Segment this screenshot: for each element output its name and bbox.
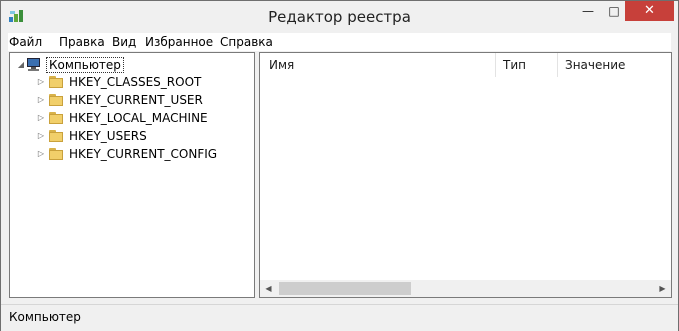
folder-icon	[49, 147, 65, 160]
expand-arrow-icon[interactable]: ▷	[36, 131, 46, 140]
computer-icon	[26, 58, 42, 71]
tree-item-label: HKEY_CURRENT_CONFIG	[69, 146, 218, 161]
tree-item-hku[interactable]: ▷ HKEY_USERS	[36, 127, 147, 144]
tree-root-computer[interactable]: ◢ Компьютер	[16, 56, 124, 73]
registry-tree[interactable]: ◢ Компьютер ▷ HKEY_CLASSES_ROOT ▷ HKEY_C…	[9, 52, 255, 298]
status-bar: Компьютер	[1, 304, 678, 331]
menu-bar: Файл Правка Вид Избранное Справка	[8, 33, 671, 51]
folder-icon	[49, 93, 65, 106]
menu-file[interactable]: Файл	[9, 35, 42, 49]
values-list[interactable]: Имя Тип Значение ◀ ▶	[259, 52, 672, 298]
registry-editor-window: Редактор реестра — □ ✕ Файл Правка Вид И…	[0, 0, 679, 331]
tree-item-hkcc[interactable]: ▷ HKEY_CURRENT_CONFIG	[36, 145, 217, 162]
column-header-name[interactable]: Имя	[269, 53, 294, 77]
status-path: Компьютер	[9, 310, 81, 324]
title-bar[interactable]: Редактор реестра — □ ✕	[1, 1, 678, 33]
tree-root-label: Компьютер	[46, 56, 124, 73]
folder-icon	[49, 111, 65, 124]
column-header-value[interactable]: Значение	[565, 53, 625, 77]
menu-favorites[interactable]: Избранное	[145, 35, 213, 49]
tree-item-label: HKEY_LOCAL_MACHINE	[69, 110, 208, 125]
expand-arrow-icon[interactable]: ▷	[36, 149, 46, 158]
horizontal-scrollbar[interactable]: ◀ ▶	[260, 280, 671, 297]
column-divider[interactable]	[495, 53, 496, 77]
menu-edit[interactable]: Правка	[59, 35, 105, 49]
expand-arrow-icon[interactable]: ▷	[36, 77, 46, 86]
tree-item-label: HKEY_CURRENT_USER	[69, 92, 203, 107]
scrollbar-thumb[interactable]	[279, 282, 411, 295]
tree-item-label: HKEY_USERS	[69, 128, 147, 143]
expand-arrow-icon[interactable]: ▷	[36, 95, 46, 104]
collapse-arrow-icon[interactable]: ◢	[16, 60, 26, 69]
column-divider[interactable]	[557, 53, 558, 77]
folder-icon	[49, 75, 65, 88]
folder-icon	[49, 129, 65, 142]
tree-item-hklm[interactable]: ▷ HKEY_LOCAL_MACHINE	[36, 109, 208, 126]
tree-item-hkcr[interactable]: ▷ HKEY_CLASSES_ROOT	[36, 73, 201, 90]
maximize-button[interactable]: □	[601, 1, 627, 21]
tree-item-hkcu[interactable]: ▷ HKEY_CURRENT_USER	[36, 91, 203, 108]
menu-help[interactable]: Справка	[220, 35, 273, 49]
expand-arrow-icon[interactable]: ▷	[36, 113, 46, 122]
scroll-left-icon[interactable]: ◀	[260, 280, 277, 297]
column-header-type[interactable]: Тип	[503, 53, 526, 77]
tree-item-label: HKEY_CLASSES_ROOT	[69, 74, 202, 89]
menu-view[interactable]: Вид	[112, 35, 136, 49]
close-button[interactable]: ✕	[625, 1, 674, 21]
minimize-button[interactable]: —	[575, 1, 601, 21]
scroll-right-icon[interactable]: ▶	[654, 280, 671, 297]
